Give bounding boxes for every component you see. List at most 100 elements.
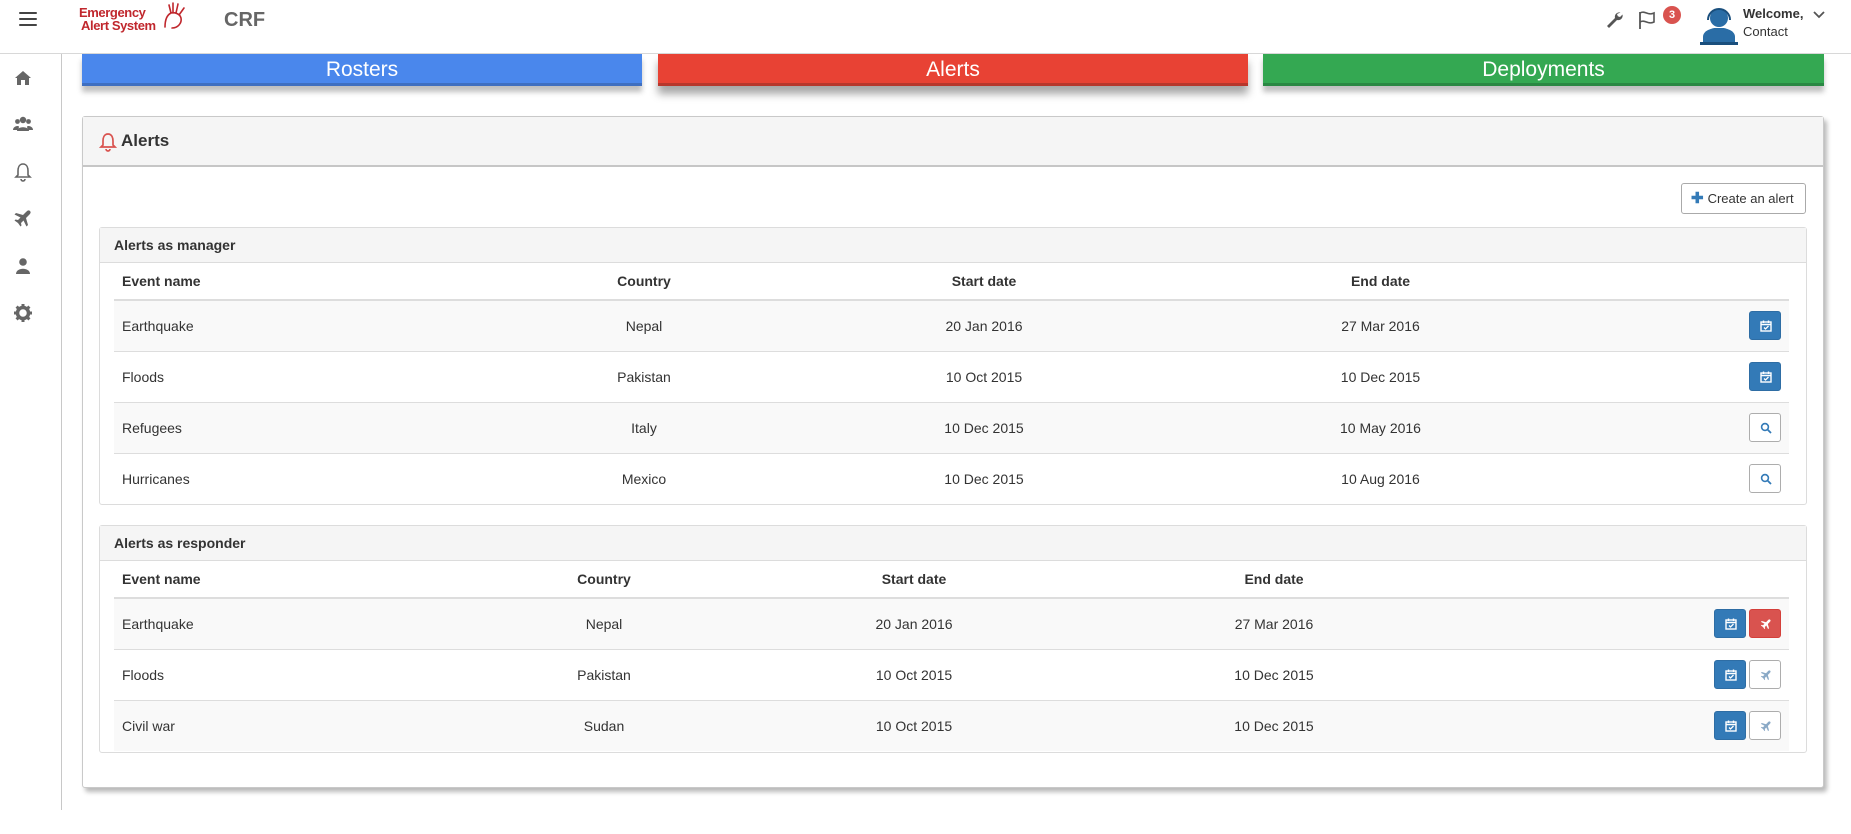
country: Pakistan (454, 648, 754, 700)
bell-icon[interactable] (13, 162, 33, 182)
table-row: Floods Pakistan 10 Oct 2015 10 Dec 2015 (114, 648, 1789, 700)
end-date: 10 Dec 2015 (1074, 648, 1474, 700)
logo-line2: Alert System (81, 18, 156, 33)
column-header: End date (1174, 263, 1587, 301)
country: Italy (494, 401, 794, 453)
country: Sudan (454, 699, 754, 751)
table-row: Earthquake Nepal 20 Jan 2016 27 Mar 2016 (114, 299, 1789, 351)
end-date: 10 Aug 2016 (1174, 452, 1587, 504)
avatar[interactable] (1700, 4, 1738, 46)
row-actions (1587, 299, 1789, 351)
panel-title: Alerts (121, 131, 170, 150)
manager-section-title: Alerts as manager (100, 228, 1806, 263)
start-date: 10 Oct 2015 (794, 350, 1174, 402)
row-actions (1474, 597, 1789, 649)
event-name: Earthquake (114, 299, 494, 351)
deploy-button[interactable] (1749, 711, 1781, 741)
calendar-check-icon (1725, 720, 1737, 732)
hamburger-menu-icon[interactable] (19, 12, 37, 28)
country: Pakistan (494, 350, 794, 402)
organization-name: CRF (224, 9, 266, 31)
flag-icon[interactable] (1637, 10, 1659, 30)
responder-alerts-table: Event name Country Start date End date E… (114, 561, 1789, 751)
section-tabs: Rosters Alerts Deployments (82, 54, 1824, 88)
country: Nepal (454, 597, 754, 649)
users-icon[interactable] (13, 114, 33, 134)
row-actions (1587, 350, 1789, 402)
event-name: Civil war (114, 699, 454, 751)
user-menu[interactable]: Welcome, Contact (1743, 5, 1803, 41)
table-row: Civil war Sudan 10 Oct 2015 10 Dec 2015 (114, 699, 1789, 751)
alerts-panel: Alerts ✚ Create an alert Alerts as manage… (82, 116, 1824, 788)
table-row: Earthquake Nepal 20 Jan 2016 27 Mar 2016 (114, 597, 1789, 649)
user-name: Contact (1743, 24, 1788, 39)
responder-alerts-section: Alerts as responder Event name Country S… (99, 525, 1807, 753)
tab-alerts[interactable]: Alerts (658, 54, 1248, 86)
end-date: 10 Dec 2015 (1174, 350, 1587, 402)
calendar-button[interactable] (1714, 660, 1746, 689)
tab-rosters[interactable]: Rosters (82, 54, 642, 86)
welcome-label: Welcome, (1743, 6, 1804, 21)
event-name: Refugees (114, 401, 494, 453)
row-actions (1587, 452, 1789, 504)
deploy-button[interactable] (1749, 660, 1781, 689)
column-header: Event name (114, 263, 494, 301)
end-date: 27 Mar 2016 (1174, 299, 1587, 351)
column-header-actions (1474, 561, 1789, 599)
bell-icon (99, 133, 117, 152)
deploy-button[interactable] (1749, 609, 1781, 639)
tab-deployments[interactable]: Deployments (1263, 54, 1824, 86)
end-date: 27 Mar 2016 (1074, 597, 1474, 649)
column-header-actions (1587, 263, 1789, 301)
end-date: 10 Dec 2015 (1074, 699, 1474, 751)
plus-icon: ✚ (1691, 190, 1704, 207)
plane-icon[interactable] (13, 208, 33, 228)
column-header: Start date (754, 561, 1074, 599)
view-button[interactable] (1749, 464, 1781, 494)
calendar-button[interactable] (1714, 711, 1746, 741)
plane-icon (1760, 619, 1771, 630)
start-date: 10 Oct 2015 (754, 699, 1074, 751)
event-name: Floods (114, 648, 454, 700)
plane-icon (1760, 670, 1771, 681)
column-header: Start date (794, 263, 1174, 301)
app-logo[interactable]: Emergency Alert System (79, 1, 189, 37)
top-navbar: Emergency Alert System CRF 3 Welcome, Co… (0, 0, 1851, 54)
sidebar (0, 54, 62, 810)
chevron-down-icon[interactable] (1812, 10, 1826, 20)
gear-icon[interactable] (13, 303, 33, 323)
search-icon (1760, 474, 1772, 485)
start-date: 10 Dec 2015 (794, 452, 1174, 504)
calendar-check-icon (1725, 618, 1737, 630)
create-alert-label: Create an alert (1707, 191, 1794, 206)
calendar-button[interactable] (1714, 609, 1746, 639)
column-header: Country (454, 561, 754, 599)
hand-logo-icon (164, 2, 185, 29)
event-name: Floods (114, 350, 494, 402)
search-icon (1760, 422, 1772, 434)
responder-section-title: Alerts as responder (100, 526, 1806, 561)
start-date: 20 Jan 2016 (754, 597, 1074, 649)
column-header: End date (1074, 561, 1474, 599)
user-icon[interactable] (13, 256, 33, 276)
calendar-button[interactable] (1749, 362, 1781, 391)
row-actions (1474, 648, 1789, 700)
row-actions (1587, 401, 1789, 453)
manager-alerts-table: Event name Country Start date End date E… (114, 263, 1789, 504)
notification-badge[interactable]: 3 (1663, 6, 1681, 24)
table-row: Refugees Italy 10 Dec 2015 10 May 2016 (114, 401, 1789, 453)
table-row: Floods Pakistan 10 Oct 2015 10 Dec 2015 (114, 350, 1789, 402)
create-alert-button[interactable]: ✚ Create an alert (1681, 183, 1806, 214)
start-date: 20 Jan 2016 (794, 299, 1174, 351)
event-name: Earthquake (114, 597, 454, 649)
table-row: Hurricanes Mexico 10 Dec 2015 10 Aug 201… (114, 452, 1789, 504)
wrench-icon[interactable] (1604, 10, 1624, 30)
home-icon[interactable] (13, 68, 33, 88)
country: Nepal (494, 299, 794, 351)
calendar-button[interactable] (1749, 311, 1781, 341)
start-date: 10 Oct 2015 (754, 648, 1074, 700)
view-button[interactable] (1749, 413, 1781, 442)
panel-header: Alerts (83, 117, 1823, 167)
table-header-row: Event name Country Start date End date (114, 561, 1789, 599)
calendar-check-icon (1725, 669, 1737, 681)
